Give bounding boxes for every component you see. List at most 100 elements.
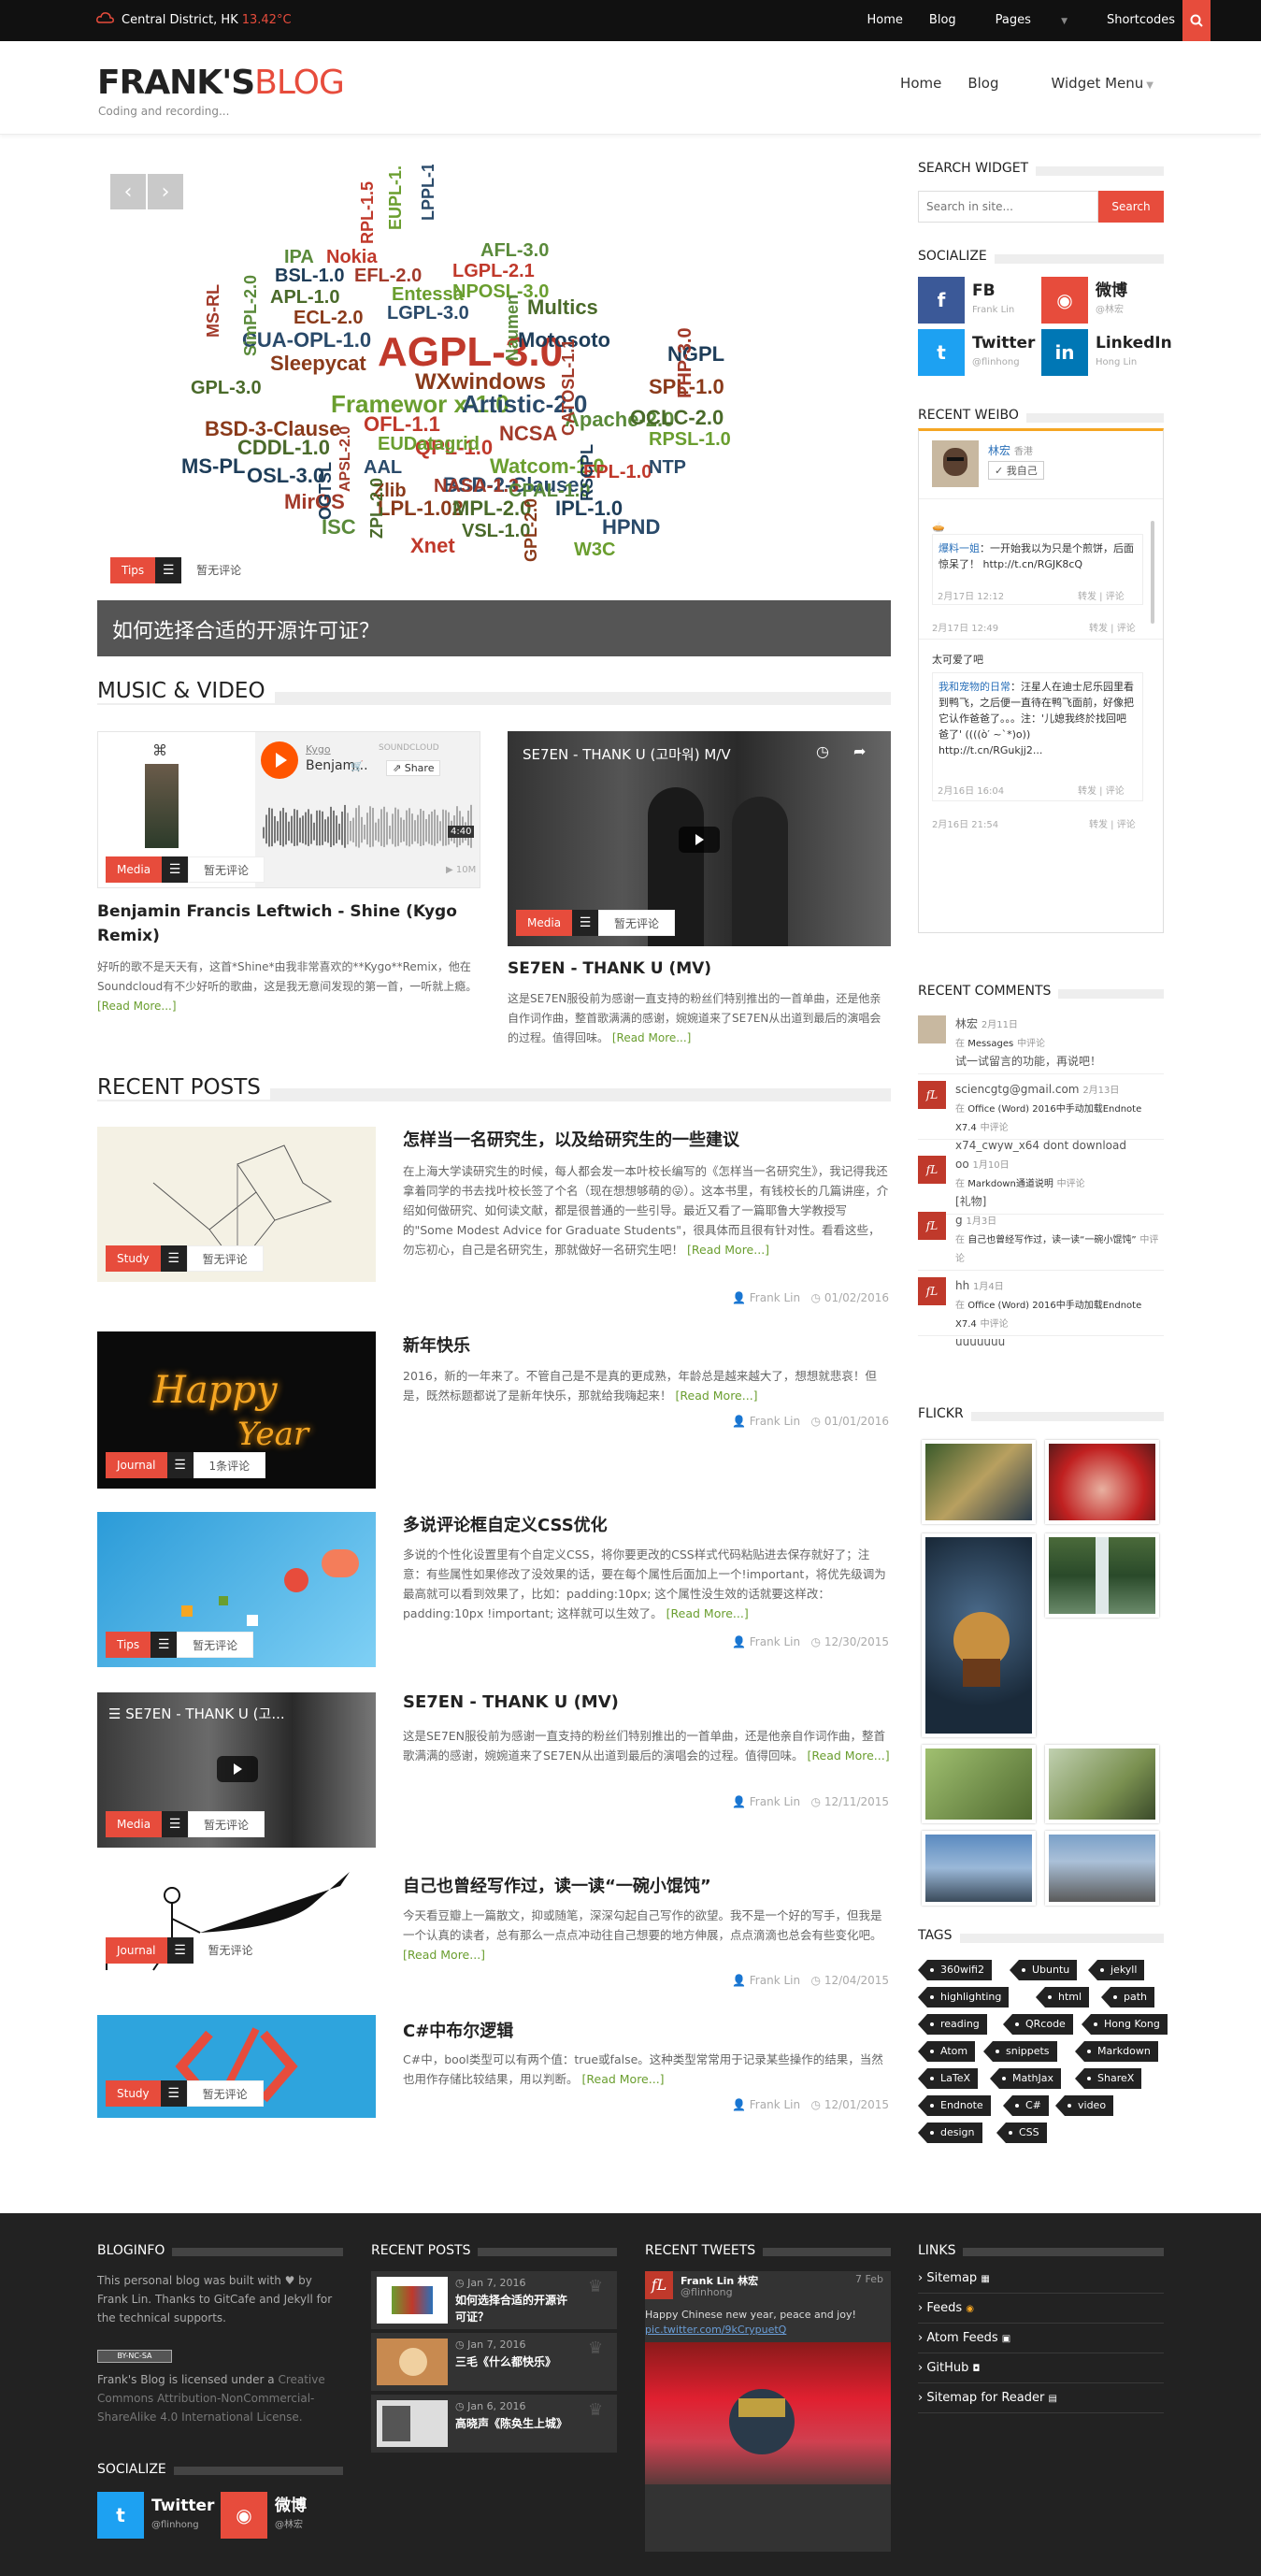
flickr-photo[interactable] xyxy=(922,1533,1036,1737)
featured-slider[interactable]: AGPL-3.0 Framewor x-1.0 Artistic-2.0 WXwind… xyxy=(97,165,891,656)
tag-link[interactable]: html xyxy=(1035,1987,1090,2008)
flickr-photo[interactable] xyxy=(1045,1831,1159,1906)
category-badge[interactable]: Media xyxy=(106,1811,163,1837)
waveform[interactable] xyxy=(263,798,474,854)
weibo-actions[interactable]: 转发 | 评论 xyxy=(1078,588,1125,602)
category-badge[interactable]: Journal xyxy=(106,1452,167,1478)
search-button[interactable]: Search xyxy=(1098,191,1164,223)
weibo-scrollbar[interactable] xyxy=(1151,521,1154,624)
comment-post-link[interactable]: Markdown通道说明 xyxy=(967,1179,1053,1189)
weibo-actions[interactable]: 转发 | 评论 xyxy=(1078,783,1125,797)
menu-icon[interactable]: ☰ xyxy=(160,1245,187,1272)
read-more-link[interactable]: [Read More...] xyxy=(666,1606,749,1620)
weibo-follow-button[interactable]: ✓ 我自己 xyxy=(988,461,1044,480)
avatar[interactable] xyxy=(918,1015,946,1043)
menu-icon[interactable]: ☰ xyxy=(155,557,182,583)
top-nav-pages[interactable]: Pages ▼ xyxy=(969,0,1094,41)
share-button[interactable]: ⇗ Share xyxy=(386,760,441,776)
avatar[interactable]: fL xyxy=(918,1212,946,1240)
site-logo[interactable]: FRANK'SBLOG xyxy=(97,64,345,102)
weibo-post-author[interactable]: 爆料一姐 xyxy=(939,542,980,554)
post-title[interactable]: 新年快乐 xyxy=(403,1332,891,1357)
tag-link[interactable]: QRcode xyxy=(1003,2014,1073,2035)
comment-author[interactable]: hh xyxy=(955,1279,969,1292)
menu-icon[interactable]: ☰ xyxy=(162,1811,189,1837)
weibo-actions[interactable]: 转发 | 评论 xyxy=(1089,816,1136,830)
slider-next-button[interactable]: › xyxy=(148,174,183,209)
comment-post-link[interactable]: Messages xyxy=(967,1039,1013,1049)
link-github[interactable]: › GitHub ◘ xyxy=(918,2353,1164,2383)
comment-count[interactable]: 暂无评论 xyxy=(177,1632,254,1658)
weibo-avatar[interactable] xyxy=(932,440,979,487)
flickr-photo[interactable] xyxy=(1045,1745,1159,1823)
tag-link[interactable]: design xyxy=(918,2123,982,2143)
tweet-link[interactable]: pic.twitter.com/9kCrypuetQ xyxy=(645,2324,786,2336)
flickr-photo[interactable] xyxy=(1045,1533,1159,1618)
category-badge[interactable]: Media xyxy=(106,856,163,883)
footer-post-item[interactable]: ◷ Jan 6, 2016 高晓声《陈奂生上城》 ♛ xyxy=(371,2395,617,2453)
tag-link[interactable]: Markdown xyxy=(1075,2041,1158,2062)
tag-link[interactable]: MathJax xyxy=(989,2068,1062,2089)
weibo-post-author[interactable]: 我和宠物的日常 xyxy=(939,681,1010,693)
flickr-photo[interactable] xyxy=(1045,1440,1159,1524)
tag-link[interactable]: 360wifi2 xyxy=(918,1960,992,1980)
weibo-user[interactable]: 林宏 香港 xyxy=(988,442,1033,458)
menu-icon[interactable]: ☰ xyxy=(572,910,599,936)
menu-icon[interactable]: ☰ xyxy=(166,1452,193,1478)
nav-home[interactable]: Home xyxy=(900,75,941,92)
post-title[interactable]: 怎样当一名研究生，以及给研究生的一些建议 xyxy=(403,1127,891,1151)
post-title[interactable]: C#中布尔逻辑 xyxy=(403,2018,891,2042)
top-nav-shortcodes[interactable]: Shortcodes xyxy=(1094,0,1188,41)
tag-link[interactable]: snippets xyxy=(983,2041,1057,2062)
menu-icon[interactable]: ☰ xyxy=(160,2080,187,2107)
read-more-link[interactable]: [Read More...] xyxy=(676,1389,758,1403)
category-badge[interactable]: Journal xyxy=(106,1937,167,1964)
post-title[interactable]: SE7EN - THANK U (MV) xyxy=(403,1692,891,1712)
comment-author[interactable]: oo xyxy=(955,1158,969,1171)
player-artist[interactable]: Kygo xyxy=(306,743,331,756)
comment-author[interactable]: sciencgtg@gmail.com xyxy=(955,1083,1079,1096)
tag-link[interactable]: LaTeX xyxy=(917,2068,979,2089)
comment-count[interactable]: 1条评论 xyxy=(193,1452,266,1478)
tag-link[interactable]: Atom xyxy=(917,2041,976,2062)
flickr-photo[interactable] xyxy=(922,1745,1036,1823)
slider-caption[interactable]: 如何选择合适的开源许可证？ xyxy=(97,600,891,656)
video-title[interactable]: ☰ SE7EN - THANK U (고... xyxy=(108,1704,285,1723)
footer-post-item[interactable]: ◷ Jan 7, 2016 三毛《什么都快乐》 ♛ xyxy=(371,2333,617,2391)
comment-count[interactable]: 暂无评论 xyxy=(181,557,256,583)
tag-link[interactable]: reading xyxy=(918,2014,987,2035)
video-play-button[interactable] xyxy=(679,827,720,853)
read-more-link[interactable]: [Read More...] xyxy=(403,1948,485,1962)
comment-author[interactable]: 林宏 xyxy=(955,1017,978,1030)
clock-icon[interactable]: ◷ xyxy=(816,742,829,760)
slider-prev-button[interactable]: ‹ xyxy=(110,174,146,209)
recent-comment[interactable]: fL oo 1月10日在 Markdown通道说明 中评论 [礼物] xyxy=(918,1156,1164,1216)
video-title[interactable]: SE7EN - THANK U (고마워) M/V xyxy=(523,744,731,764)
link-sitemap[interactable]: › Sitemap ▦ xyxy=(918,2264,1164,2294)
tweet-avatar[interactable]: fL xyxy=(645,2271,673,2299)
link-feeds[interactable]: › Feeds ◉ xyxy=(918,2294,1164,2324)
social-weibo[interactable]: ◉ 微博 @林宏 xyxy=(1041,277,1127,324)
tweet-image[interactable] xyxy=(645,2342,891,2484)
avatar[interactable]: fL xyxy=(918,1277,946,1305)
top-nav-blog[interactable]: Blog xyxy=(916,0,969,41)
social-twitter[interactable]: t Twitter @flinhong xyxy=(918,329,1035,376)
top-search-button[interactable] xyxy=(1182,0,1211,41)
category-badge[interactable]: Tips xyxy=(106,1632,151,1658)
video-play-button[interactable] xyxy=(217,1756,258,1782)
link-atom-feeds[interactable]: › Atom Feeds ▣ xyxy=(918,2324,1164,2353)
tag-link[interactable]: C# xyxy=(1003,2095,1049,2116)
comment-count[interactable]: 暂无评论 xyxy=(193,1937,268,1964)
post-title[interactable]: 自己也曾经写作过，读一读“一碗小馄饨” xyxy=(403,1873,891,1897)
menu-icon[interactable]: ☰ xyxy=(150,1632,178,1658)
comment-count[interactable]: 暂无评论 xyxy=(188,1811,265,1837)
tag-link[interactable]: highlighting xyxy=(917,1987,1010,2008)
footer-social-weibo[interactable]: ◉ 微博 @林宏 xyxy=(221,2492,307,2539)
tag-link[interactable]: ShareX xyxy=(1074,2068,1142,2089)
card-title[interactable]: SE7EN - THANK U (MV) xyxy=(508,957,891,981)
comment-count[interactable]: 暂无评论 xyxy=(186,1245,264,1272)
menu-icon[interactable]: ☰ xyxy=(166,1937,193,1964)
comment-count[interactable]: 暂无评论 xyxy=(186,2080,264,2107)
category-badge[interactable]: Study xyxy=(106,2080,161,2107)
comment-post-link[interactable]: 自己也曾经写作过，读一读“一碗小馄饨” xyxy=(967,1235,1136,1245)
